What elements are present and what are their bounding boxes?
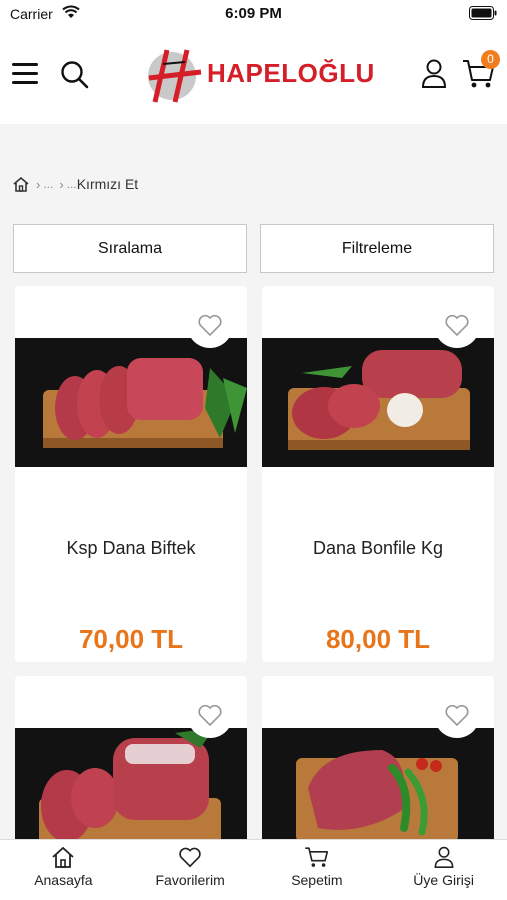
product-card[interactable]: Dana Bonfile Kg 80,00 TL [262,286,494,662]
product-card[interactable] [15,676,247,846]
heart-icon [179,847,201,868]
heart-icon[interactable] [187,302,233,348]
filter-button[interactable]: Filtreleme [260,224,494,273]
product-image[interactable] [15,728,247,846]
breadcrumb: › ... › ... Kırmızı Et [12,176,138,192]
heart-icon[interactable] [434,302,480,348]
product-card[interactable]: Ksp Dana Biftek 70,00 TL [15,286,247,662]
breadcrumb-current: Kırmızı Et [76,176,139,192]
tab-favorites-label: Favorilerim [155,872,225,888]
home-icon [52,846,74,868]
sort-button[interactable]: Sıralama [13,224,247,273]
tab-cart-label: Sepetim [291,872,343,888]
breadcrumb-item-1[interactable]: ... [43,177,53,191]
breadcrumb-item-2[interactable]: ... [67,177,77,191]
battery-icon [469,6,497,20]
heart-icon[interactable] [434,692,480,738]
tab-login[interactable]: Üye Girişi [380,840,507,900]
tab-home[interactable]: Anasayfa [0,840,127,900]
brand-logo[interactable]: HAPELOĞLU [145,44,374,104]
clock: 6:09 PM [225,5,282,22]
product-price: 70,00 TL [78,624,184,654]
product-image[interactable] [262,728,494,846]
product-image[interactable] [262,338,494,467]
heart-icon[interactable] [187,692,233,738]
brand-name: HAPELOĞLU [207,58,375,88]
chevron-right-icon: › [36,176,41,192]
search-icon[interactable] [60,60,90,90]
tab-favorites[interactable]: Favorilerim [127,840,254,900]
tab-cart[interactable]: Sepetim [254,840,381,900]
product-card[interactable] [262,676,494,846]
product-name[interactable]: Ksp Dana Biftek [15,538,247,559]
tab-login-label: Üye Girişi [413,872,474,888]
app-header: HAPELOĞLU 0 [0,28,507,124]
account-icon[interactable] [420,58,448,88]
hamburger-menu-icon[interactable] [12,63,38,85]
bottom-tab-bar: Anasayfa Favorilerim Sepetim Üye Girişi [0,839,507,900]
user-icon [434,846,454,868]
cart-icon [305,847,328,867]
tab-home-label: Anasayfa [34,872,93,888]
product-image[interactable] [15,338,247,467]
status-bar: Carrier 6:09 PM [0,0,507,28]
cart-count-badge: 0 [481,50,500,69]
product-name[interactable]: Dana Bonfile Kg [262,538,494,559]
logo-mark-icon [148,49,202,103]
chevron-right-icon: › [59,176,64,192]
home-icon[interactable] [12,176,30,192]
product-price: 80,00 TL [325,624,431,654]
